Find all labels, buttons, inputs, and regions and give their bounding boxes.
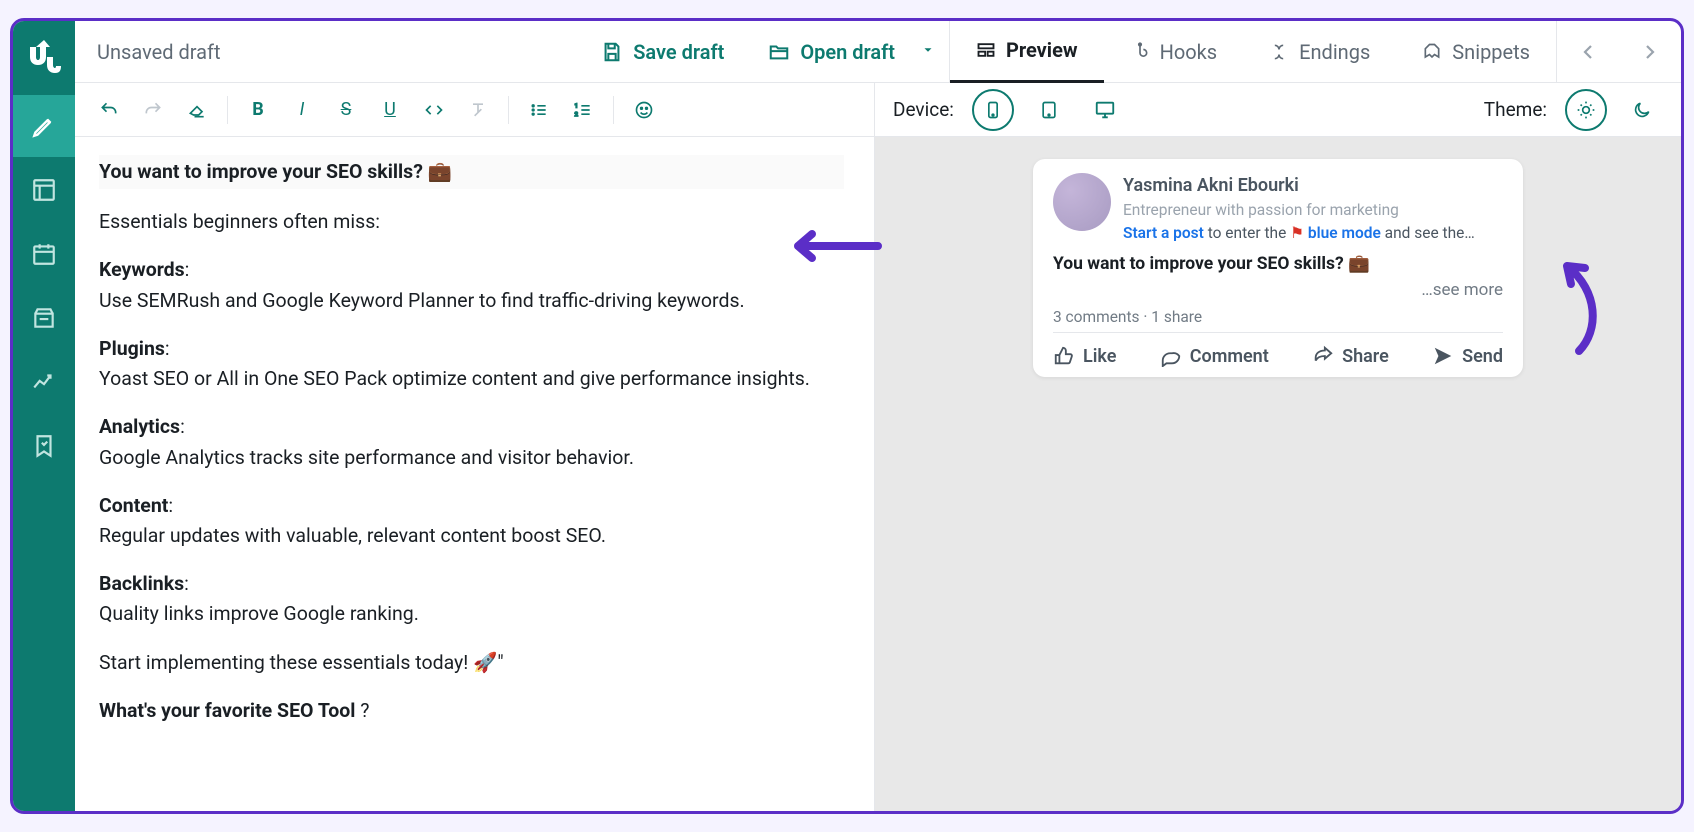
device-desktop-button[interactable] [1084,89,1126,131]
see-more-button[interactable]: …see more [1053,280,1503,300]
share-button[interactable]: Share [1312,345,1389,367]
open-draft-menu-button[interactable] [917,42,949,61]
erase-button[interactable] [177,90,217,130]
preview-toolbar: Device: Theme: [875,83,1681,137]
sidebar-item-compose[interactable] [13,95,75,157]
svg-text:1: 1 [575,103,578,109]
annotation-arrow-right [1549,251,1609,361]
avatar [1053,173,1111,231]
post-hint: Start a post to enter the ⚑ blue mode an… [1123,222,1503,244]
sidebar-item-templates[interactable] [13,159,75,221]
clear-format-button[interactable] [458,90,498,130]
send-button[interactable]: Send [1432,345,1503,367]
underline-button[interactable]: U [370,90,410,130]
preview-canvas: Yasmina Akni Ebourki Entrepreneur with p… [875,137,1681,811]
editor-toolbar: B I S U 12 [75,83,874,137]
code-button[interactable] [414,90,454,130]
annotation-arrow-left [783,226,883,266]
bullet-list-button[interactable] [519,90,559,130]
tab-snippets[interactable]: Snippets [1396,21,1556,83]
sidebar-item-saved[interactable] [13,415,75,477]
sidebar [13,21,75,811]
post-stats: 3 comments · 1 share [1053,308,1503,326]
sidebar-item-calendar[interactable] [13,223,75,285]
app-logo [25,33,63,83]
comment-button[interactable]: Comment [1160,345,1269,367]
post-card: Yasmina Akni Ebourki Entrepreneur with p… [1033,159,1523,377]
undo-button[interactable] [89,90,129,130]
device-label: Device: [893,98,954,121]
post-author-name: Yasmina Akni Ebourki [1123,173,1503,199]
theme-dark-button[interactable] [1621,89,1663,131]
redo-button[interactable] [133,90,173,130]
nav-forward-button[interactable] [1619,21,1681,83]
italic-button[interactable]: I [282,90,322,130]
tab-hooks[interactable]: Hooks [1104,21,1244,83]
sidebar-item-inbox[interactable] [13,287,75,349]
editor-content[interactable]: You want to improve your SEO skills? 💼 E… [75,137,874,811]
bold-button[interactable]: B [238,90,278,130]
ordered-list-button[interactable]: 12 [563,90,603,130]
theme-label: Theme: [1484,98,1547,121]
topbar: Unsaved draft Save draft Open draft Prev… [75,21,1681,83]
strike-button[interactable]: S [326,90,366,130]
svg-text:2: 2 [575,111,579,117]
theme-light-button[interactable] [1565,89,1607,131]
tab-preview[interactable]: Preview [950,21,1104,83]
draft-title: Unsaved draft [75,40,579,64]
post-author-tagline: Entrepreneur with passion for marketing [1123,199,1503,221]
save-draft-button[interactable]: Save draft [579,21,746,83]
post-body-text: You want to improve your SEO skills? 💼 [1053,254,1503,274]
device-tablet-button[interactable] [1028,89,1070,131]
sidebar-item-analytics[interactable] [13,351,75,413]
nav-back-button[interactable] [1557,21,1619,83]
emoji-button[interactable] [624,90,664,130]
open-draft-button[interactable]: Open draft [746,21,917,83]
tab-endings[interactable]: Endings [1243,21,1396,83]
like-button[interactable]: Like [1053,345,1116,367]
device-mobile-button[interactable] [972,89,1014,131]
save-draft-label: Save draft [633,40,724,64]
open-draft-label: Open draft [800,40,895,64]
